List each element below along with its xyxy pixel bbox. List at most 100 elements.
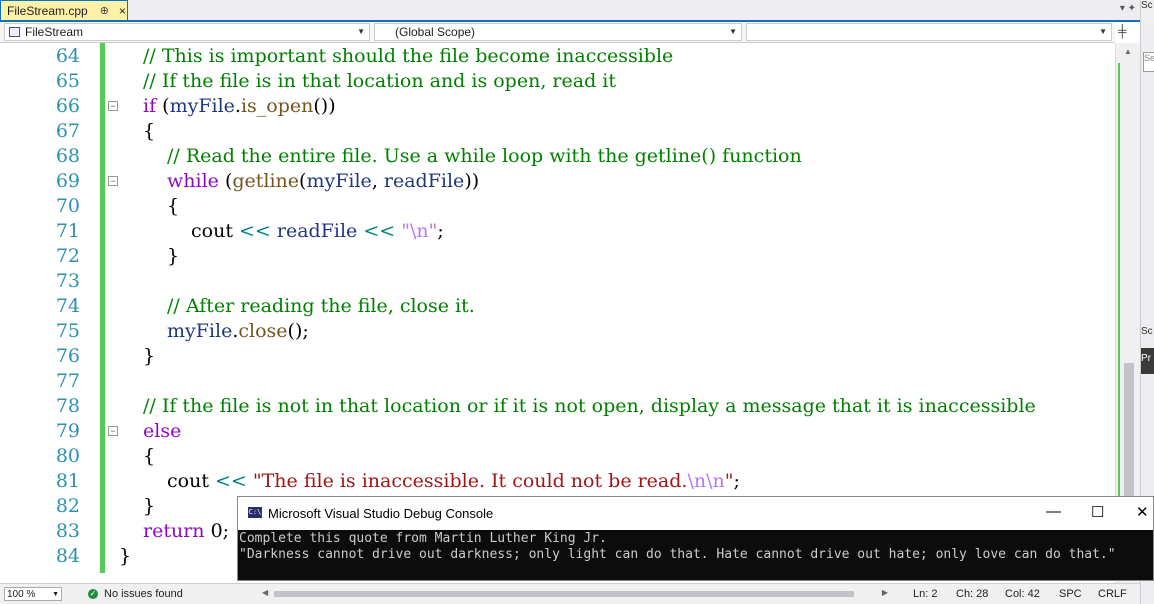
code-token: "The file is inaccessible. It could not … <box>252 470 688 492</box>
code-line[interactable]: 65 // If the file is in that location and… <box>0 69 1110 94</box>
console-title-bar[interactable]: C:\ Microsoft Visual Studio Debug Consol… <box>238 497 1153 530</box>
code-token: else <box>143 420 182 442</box>
scope-dropdown[interactable]: (Global Scope) ▼ <box>374 23 742 41</box>
code-text: { <box>143 444 155 469</box>
line-number: 66 <box>55 95 80 117</box>
code-line[interactable]: 71 cout << readFile << "\n"; <box>0 219 1110 244</box>
check-circle-icon: ✓ <box>88 589 98 599</box>
code-line[interactable]: 78 // If the file is not in that location… <box>0 394 1110 419</box>
line-indicator[interactable]: Ln: 2 <box>913 588 937 600</box>
line-number: 67 <box>55 120 80 142</box>
code-token: } <box>143 345 156 367</box>
line-number: 80 <box>55 445 80 467</box>
code-line[interactable]: 77 <box>0 369 1110 394</box>
code-line[interactable]: 76} <box>0 344 1110 369</box>
code-token: ( <box>218 170 233 192</box>
code-line[interactable]: 73 <box>0 269 1110 294</box>
debug-console-window[interactable]: C:\ Microsoft Visual Studio Debug Consol… <box>237 496 1154 581</box>
side-panel-search[interactable]: Se <box>1143 52 1154 72</box>
code-token: cout <box>191 220 239 242</box>
line-number: 73 <box>55 270 80 292</box>
scroll-up-icon[interactable]: ▲ <box>1124 47 1132 56</box>
minimize-button[interactable]: — <box>1046 503 1061 520</box>
code-line[interactable]: 79 − else <box>0 419 1110 444</box>
line-number: 81 <box>55 470 80 492</box>
code-text: if (myFile.is_open()) <box>143 94 336 119</box>
tab-overflow-icon[interactable]: ▾ ✦ <box>1120 3 1136 14</box>
code-text: // Read the entire file. Use a while loo… <box>167 144 802 169</box>
issues-indicator[interactable]: ✓ No issues found <box>88 588 183 600</box>
maximize-button[interactable]: ☐ <box>1091 503 1104 521</box>
code-token: << <box>215 470 247 492</box>
code-line[interactable]: 64 // This is important should the file b… <box>0 44 1110 69</box>
line-number: 82 <box>55 495 80 517</box>
code-text: } <box>167 244 179 269</box>
spacing-indicator[interactable]: SPC <box>1059 588 1082 600</box>
code-text: myFile.close(); <box>167 319 309 344</box>
line-number: 74 <box>55 295 80 317</box>
code-token: return <box>143 520 205 542</box>
code-line[interactable]: 69 − while (getline(myFile, readFile)) <box>0 169 1110 194</box>
close-tab-icon[interactable]: × <box>119 4 126 18</box>
code-token: \n\n <box>687 470 725 492</box>
zoom-dropdown[interactable]: 100 % ▼ <box>4 587 62 601</box>
code-token: is_open <box>240 95 314 117</box>
code-token: // This is important should the file bec… <box>143 45 674 67</box>
console-line-1: Complete this quote from Martin Luther K… <box>239 531 607 546</box>
scrollbar-thumb[interactable] <box>1124 363 1134 511</box>
code-text: { <box>167 194 179 219</box>
code-token: } <box>143 495 156 517</box>
split-editor-icon[interactable]: ╪ <box>1118 24 1127 38</box>
console-title: Microsoft Visual Studio Debug Console <box>268 506 494 521</box>
code-line[interactable]: 74 // After reading the file, close it. <box>0 294 1110 319</box>
line-ending-indicator[interactable]: CRLF <box>1098 588 1127 600</box>
code-text: while (getline(myFile, readFile)) <box>167 169 479 194</box>
code-line[interactable]: 68 // Read the entire file. Use a while l… <box>0 144 1110 169</box>
code-token: } <box>167 245 180 267</box>
horizontal-scrollbar[interactable]: ◀ ▶ <box>262 588 888 600</box>
column-indicator[interactable]: Col: 42 <box>1005 588 1040 600</box>
scroll-left-icon[interactable]: ◀ <box>262 588 268 597</box>
fold-toggle-icon[interactable]: − <box>108 426 118 436</box>
code-token: myFile <box>167 320 233 342</box>
line-number: 69 <box>55 170 80 192</box>
line-number: 79 <box>55 420 80 442</box>
code-line[interactable]: 70 { <box>0 194 1110 219</box>
code-token: // If the file is not in that location o… <box>143 395 1036 417</box>
member-dropdown[interactable]: ▼ <box>746 23 1112 41</box>
console-output[interactable]: Complete this quote from Martin Luther K… <box>239 530 1152 580</box>
code-line[interactable]: 81 cout << "The file is inaccessible. It … <box>0 469 1110 494</box>
chevron-down-icon: ▼ <box>357 27 365 36</box>
code-line[interactable]: 67 { <box>0 119 1110 144</box>
code-line[interactable]: 66 − if (myFile.is_open()) <box>0 94 1110 119</box>
console-line-2: "Darkness cannot drive out darkness; onl… <box>239 547 1116 562</box>
close-button[interactable]: ✕ <box>1136 503 1149 521</box>
code-line[interactable]: 75 myFile.close(); <box>0 319 1110 344</box>
line-number: 64 <box>55 45 80 67</box>
horizontal-scrollbar-thumb[interactable] <box>274 591 854 597</box>
tab-filename: FileStream.cpp <box>7 3 88 18</box>
code-line[interactable]: 80 { <box>0 444 1110 469</box>
project-file-icon <box>9 27 20 37</box>
code-line[interactable]: 72} <box>0 244 1110 269</box>
line-number: 84 <box>55 545 80 567</box>
pin-icon[interactable]: ⊕ <box>100 4 109 17</box>
code-text: { <box>143 119 155 144</box>
project-dropdown[interactable]: FileStream ▼ <box>4 23 370 41</box>
code-token: { <box>143 120 156 142</box>
side-panel-label-2: Sc <box>1141 326 1153 337</box>
code-token: { <box>143 445 156 467</box>
line-number: 71 <box>55 220 80 242</box>
fold-toggle-icon[interactable]: − <box>108 176 118 186</box>
code-text: } <box>119 544 131 569</box>
code-text: // After reading the file, close it. <box>167 294 475 319</box>
code-token: while <box>167 170 219 192</box>
char-indicator[interactable]: Ch: 28 <box>956 588 988 600</box>
line-number: 77 <box>55 370 80 392</box>
code-token: , <box>371 170 384 192</box>
fold-toggle-icon[interactable]: − <box>108 101 118 111</box>
tab-filestream-cpp[interactable]: FileStream.cpp ⊕ × <box>0 0 128 20</box>
code-token: myFile <box>169 95 235 117</box>
scroll-right-icon[interactable]: ▶ <box>882 588 888 597</box>
code-token: ()) <box>313 95 336 117</box>
